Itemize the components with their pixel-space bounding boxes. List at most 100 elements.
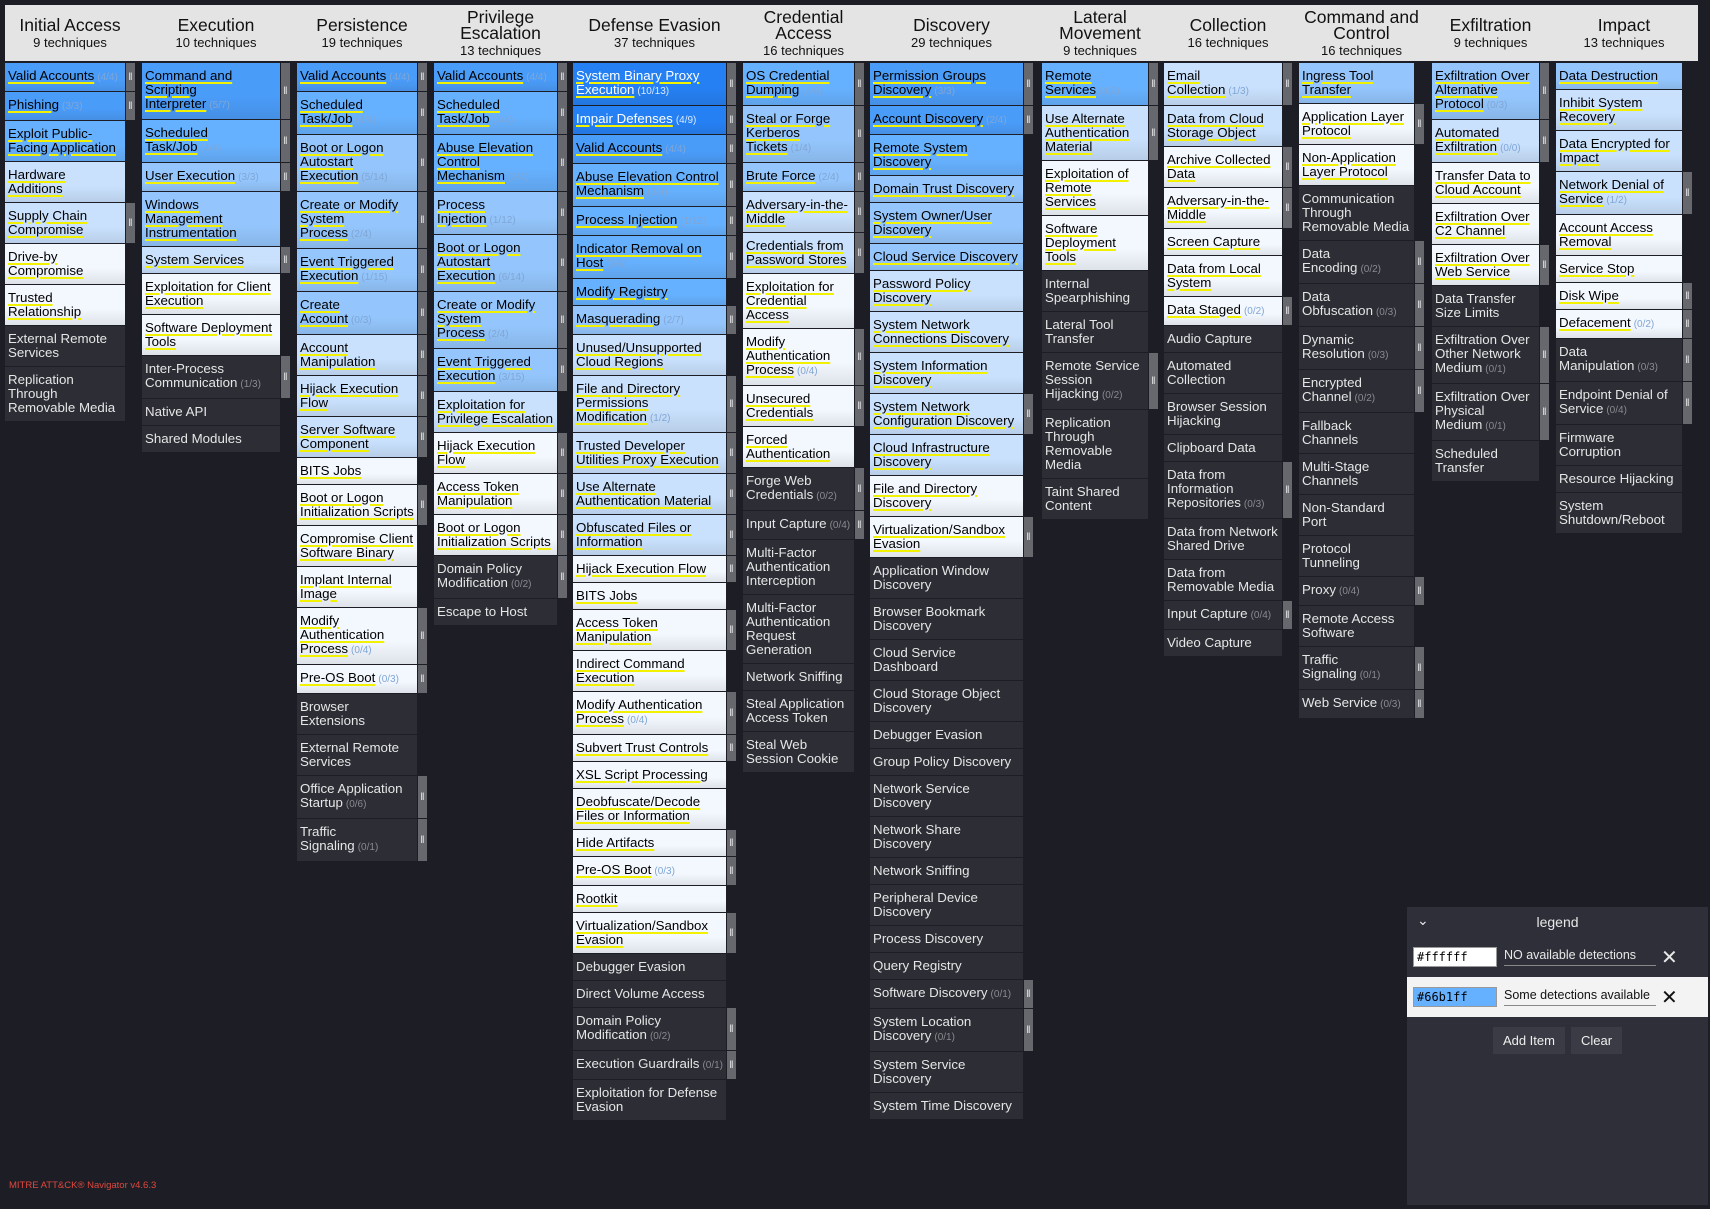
expand-subtechniques-handle[interactable]: ‖ [727, 63, 736, 105]
technique-cell[interactable]: Exfiltration Over Alternative Protocol (0… [1432, 63, 1539, 119]
technique-cell[interactable]: Server Software Component [297, 417, 417, 457]
tactic-header[interactable]: Defense Evasion 37 techniques [573, 5, 736, 61]
tactic-header[interactable]: Execution 10 techniques [142, 5, 290, 61]
technique-cell[interactable]: System Network Connections Discovery [870, 312, 1023, 352]
technique-cell[interactable]: Exploitation for Credential Access [743, 274, 854, 328]
technique-cell[interactable]: Input Capture (0/4) [743, 511, 854, 539]
technique-cell[interactable]: System Service Discovery [870, 1052, 1023, 1092]
expand-subtechniques-handle[interactable]: ‖ [558, 474, 567, 514]
technique-cell[interactable]: External Remote Services [5, 326, 125, 366]
technique-cell[interactable]: Permission Groups Discovery (3/3) [870, 63, 1023, 105]
technique-cell[interactable]: Boot or Logon Initialization Scripts [297, 485, 417, 525]
technique-cell[interactable]: Data from Local System [1164, 256, 1282, 296]
expand-subtechniques-handle[interactable]: ‖ [1415, 327, 1424, 369]
expand-subtechniques-handle[interactable]: ‖ [126, 63, 135, 91]
technique-cell[interactable]: BITS Jobs [573, 583, 726, 609]
expand-subtechniques-handle[interactable]: ‖ [418, 335, 427, 375]
tactic-header[interactable]: Credential Access 16 techniques [743, 5, 864, 61]
technique-cell[interactable]: Pre-OS Boot (0/3) [573, 857, 726, 885]
technique-cell[interactable]: Use Alternate Authentication Material [1042, 106, 1148, 160]
technique-cell[interactable]: Hardware Additions [5, 162, 125, 202]
technique-cell[interactable]: User Execution (3/3) [142, 163, 280, 191]
expand-subtechniques-handle[interactable]: ‖ [1540, 120, 1549, 162]
expand-subtechniques-handle[interactable]: ‖ [727, 106, 736, 134]
technique-cell[interactable]: Email Collection (1/3) [1164, 63, 1282, 105]
technique-cell[interactable]: Execution Guardrails (0/1) [573, 1051, 726, 1079]
tactic-header[interactable]: Collection 16 techniques [1164, 5, 1292, 61]
technique-cell[interactable]: Process Injection (1/12) [434, 192, 557, 234]
expand-subtechniques-handle[interactable]: ‖ [1415, 241, 1424, 283]
expand-subtechniques-handle[interactable]: ‖ [1415, 577, 1424, 605]
technique-cell[interactable]: Application Window Discovery [870, 558, 1023, 598]
technique-cell[interactable]: Fallback Channels [1299, 413, 1414, 453]
technique-cell[interactable]: Create or Modify System Process (2/4) [434, 292, 557, 348]
tactic-header[interactable]: Privilege Escalation 13 techniques [434, 5, 567, 61]
expand-subtechniques-handle[interactable]: ‖ [1283, 63, 1292, 105]
technique-cell[interactable]: Network Sniffing [743, 664, 854, 690]
technique-cell[interactable]: Access Token Manipulation [434, 474, 557, 514]
expand-subtechniques-handle[interactable]: ‖ [558, 349, 567, 391]
technique-cell[interactable]: Ingress Tool Transfer [1299, 63, 1414, 103]
technique-cell[interactable]: Abuse Elevation Control Mechanism (3/4) [573, 164, 726, 206]
expand-subtechniques-handle[interactable]: ‖ [558, 433, 567, 473]
technique-cell[interactable]: Valid Accounts (4/4) [573, 135, 726, 163]
technique-cell[interactable]: Remote Service Session Hijacking (0/2) [1042, 353, 1148, 409]
technique-cell[interactable]: Modify Authentication Process (0/4) [743, 329, 854, 385]
technique-cell[interactable]: System Information Discovery [870, 353, 1023, 393]
technique-cell[interactable]: Multi-Factor Authentication Interception [743, 540, 854, 594]
expand-subtechniques-handle[interactable]: ‖ [558, 135, 567, 191]
technique-cell[interactable]: Exploitation of Remote Services [1042, 161, 1148, 215]
technique-cell[interactable]: Network Denial of Service (1/2) [1556, 172, 1682, 214]
expand-subtechniques-handle[interactable]: ‖ [1283, 297, 1292, 325]
expand-subtechniques-handle[interactable]: ‖ [727, 692, 736, 734]
expand-subtechniques-handle[interactable]: ‖ [418, 819, 427, 861]
legend-label[interactable]: Some detections available [1504, 988, 1656, 1006]
technique-cell[interactable]: Data Transfer Size Limits [1432, 286, 1539, 326]
technique-cell[interactable]: Masquerading (2/7) [573, 306, 726, 334]
expand-subtechniques-handle[interactable]: ‖ [1283, 601, 1292, 629]
expand-subtechniques-handle[interactable]: ‖ [1024, 1009, 1033, 1051]
technique-cell[interactable]: Domain Policy Modification (0/2) [434, 556, 557, 598]
technique-cell[interactable]: Steal Application Access Token [743, 691, 854, 731]
technique-cell[interactable]: BITS Jobs [297, 458, 417, 484]
tactic-header[interactable]: Persistence 19 techniques [297, 5, 427, 61]
expand-subtechniques-handle[interactable]: ‖ [558, 515, 567, 555]
technique-cell[interactable]: Brute Force (2/4) [743, 163, 854, 191]
legend-header[interactable]: ⌄ legend [1407, 907, 1708, 937]
technique-cell[interactable]: Event Triggered Execution (3/15) [434, 349, 557, 391]
technique-cell[interactable]: Data from Network Shared Drive [1164, 519, 1282, 559]
technique-cell[interactable]: System Network Configuration Discovery [870, 394, 1023, 434]
expand-subtechniques-handle[interactable]: ‖ [1540, 63, 1549, 119]
tactic-header[interactable]: Lateral Movement 9 techniques [1042, 5, 1158, 61]
expand-subtechniques-handle[interactable]: ‖ [126, 92, 135, 120]
technique-cell[interactable]: Application Layer Protocol [1299, 104, 1414, 144]
technique-cell[interactable]: Replication Through Removable Media [5, 367, 125, 421]
expand-subtechniques-handle[interactable]: ‖ [418, 665, 427, 693]
clear-button[interactable]: Clear [1570, 1027, 1623, 1054]
technique-cell[interactable]: Defacement (0/2) [1556, 310, 1682, 338]
expand-subtechniques-handle[interactable]: ‖ [855, 329, 864, 385]
legend-label[interactable]: NO available detections [1504, 948, 1656, 966]
technique-cell[interactable]: Replication Through Removable Media [1042, 410, 1148, 478]
technique-cell[interactable]: Exfiltration Over Web Service [1432, 245, 1539, 285]
expand-subtechniques-handle[interactable]: ‖ [1415, 647, 1424, 689]
expand-subtechniques-handle[interactable]: ‖ [855, 106, 864, 162]
expand-subtechniques-handle[interactable]: ‖ [558, 235, 567, 291]
expand-subtechniques-handle[interactable]: ‖ [1540, 245, 1549, 285]
technique-cell[interactable]: Supply Chain Compromise [5, 203, 125, 243]
technique-cell[interactable]: Web Service (0/3) [1299, 690, 1414, 718]
expand-subtechniques-handle[interactable]: ‖ [1283, 147, 1292, 187]
technique-cell[interactable]: Process Injection (1/12) [573, 207, 726, 235]
technique-cell[interactable]: Browser Bookmark Discovery [870, 599, 1023, 639]
expand-subtechniques-handle[interactable]: ‖ [727, 433, 736, 473]
expand-subtechniques-handle[interactable]: ‖ [418, 92, 427, 134]
technique-cell[interactable]: Data Encrypted for Impact [1556, 131, 1682, 171]
expand-subtechniques-handle[interactable]: ‖ [855, 63, 864, 105]
technique-cell[interactable]: Data Encoding (0/2) [1299, 241, 1414, 283]
technique-cell[interactable]: Multi-Stage Channels [1299, 454, 1414, 494]
technique-cell[interactable]: Dynamic Resolution (0/3) [1299, 327, 1414, 369]
expand-subtechniques-handle[interactable]: ‖ [1415, 690, 1424, 718]
expand-subtechniques-handle[interactable]: ‖ [418, 608, 427, 664]
technique-cell[interactable]: Peripheral Device Discovery [870, 885, 1023, 925]
technique-cell[interactable]: Scheduled Transfer [1432, 441, 1539, 481]
